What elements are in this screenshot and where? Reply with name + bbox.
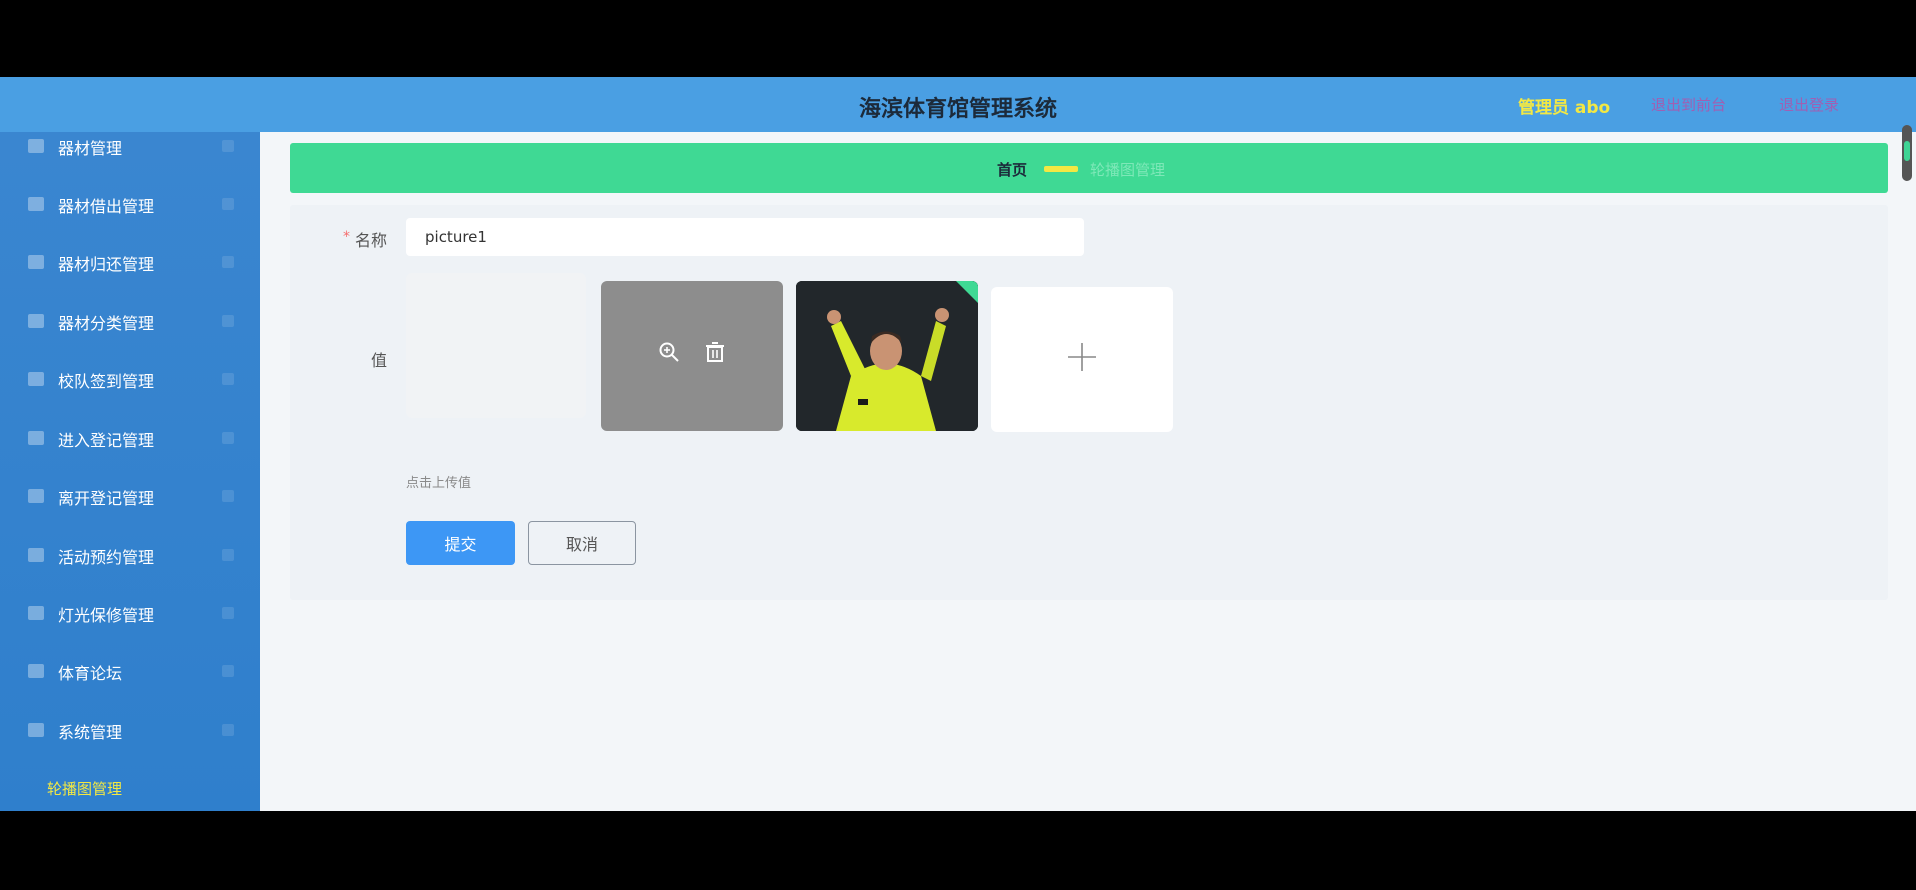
- logout-link[interactable]: 退出登录: [1779, 94, 1839, 115]
- sidebar-item-label: 器材管理: [58, 139, 123, 158]
- goalkeeper-photo: [796, 281, 978, 431]
- sidebar-item-activity-booking[interactable]: 活动预约管理: [0, 529, 260, 587]
- menu-icon: [28, 139, 44, 153]
- value-field-label: 值: [371, 351, 388, 370]
- submit-button[interactable]: 提交: [406, 521, 515, 565]
- sidebar-item-entry-registration[interactable]: 进入登记管理: [0, 412, 260, 470]
- sidebar-item-equipment[interactable]: 器材管理: [0, 132, 260, 178]
- sidebar-item-label: 离开登记管理: [58, 489, 155, 508]
- name-field-label: 名称: [355, 231, 388, 250]
- chevron-down-icon: [222, 432, 234, 444]
- sidebar-item-label: 活动预约管理: [58, 548, 155, 567]
- menu-icon: [28, 489, 44, 503]
- menu-icon: [28, 314, 44, 328]
- menu-icon: [28, 372, 44, 386]
- plus-icon: [1068, 343, 1096, 371]
- app-viewport: 海滨体育馆管理系统 管理员 abo 退出到前台 退出登录 器材管理 器材借出管理…: [0, 77, 1916, 811]
- chevron-down-icon: [222, 607, 234, 619]
- breadcrumb-separator: [1044, 166, 1078, 172]
- upload-slot-empty: [406, 273, 586, 418]
- cancel-button[interactable]: 取消: [528, 521, 636, 565]
- chevron-down-icon: [222, 490, 234, 502]
- chevron-down-icon: [222, 549, 234, 561]
- sidebar-item-label: 器材归还管理: [58, 255, 155, 274]
- sidebar: 器材管理 器材借出管理 器材归还管理 器材分类管理 校队签到管理 进入登记管理: [0, 132, 260, 811]
- sidebar-item-team-checkin[interactable]: 校队签到管理: [0, 353, 260, 411]
- uploaded-image-hover[interactable]: [601, 281, 783, 431]
- menu-icon: [28, 431, 44, 445]
- menu-icon: [28, 197, 44, 211]
- upload-tip: 点击上传值: [406, 476, 472, 491]
- chevron-down-icon: [222, 665, 234, 677]
- breadcrumb-current: 轮播图管理: [1090, 161, 1166, 179]
- breadcrumb: 首页 轮播图管理: [290, 143, 1888, 193]
- sidebar-item-label: 灯光保修管理: [58, 606, 155, 625]
- sidebar-item-system-management[interactable]: 系统管理: [0, 704, 260, 762]
- menu-icon: [28, 723, 44, 737]
- sidebar-item-label: 校队签到管理: [58, 372, 155, 391]
- app-title: 海滨体育馆管理系统: [858, 97, 1057, 122]
- sidebar-item-sports-forum[interactable]: 体育论坛: [0, 645, 260, 703]
- zoom-in-icon[interactable]: [658, 341, 680, 363]
- required-star: *: [343, 229, 350, 245]
- sidebar-item-light-repair[interactable]: 灯光保修管理: [0, 587, 260, 645]
- sidebar-item-exit-registration[interactable]: 离开登记管理: [0, 470, 260, 528]
- front-page-link[interactable]: 退出到前台: [1651, 94, 1726, 115]
- chevron-down-icon: [222, 198, 234, 210]
- sidebar-item-label: 进入登记管理: [58, 431, 155, 450]
- delete-icon[interactable]: [704, 341, 726, 363]
- sidebar-item-equipment-return[interactable]: 器材归还管理: [0, 236, 260, 294]
- sidebar-subitem-carousel[interactable]: 轮播图管理: [47, 778, 122, 799]
- scrollbar-thumb[interactable]: [1904, 141, 1910, 161]
- sidebar-item-equipment-lend[interactable]: 器材借出管理: [0, 178, 260, 236]
- chevron-down-icon: [222, 315, 234, 327]
- chevron-down-icon: [222, 140, 234, 152]
- top-header: 海滨体育馆管理系统 管理员 abo 退出到前台 退出登录: [0, 77, 1916, 132]
- menu-icon: [28, 548, 44, 562]
- add-image-button[interactable]: [991, 287, 1173, 432]
- admin-user-label: 管理员 abo: [1518, 98, 1611, 118]
- chevron-down-icon: [222, 373, 234, 385]
- menu-icon: [28, 255, 44, 269]
- menu-icon: [28, 664, 44, 678]
- sidebar-item-label: 器材分类管理: [58, 314, 155, 333]
- sidebar-item-label: 器材借出管理: [58, 197, 155, 216]
- sidebar-item-label: 系统管理: [58, 723, 123, 742]
- uploaded-image-photo[interactable]: [796, 281, 978, 431]
- breadcrumb-home[interactable]: 首页: [997, 159, 1027, 180]
- sidebar-item-label: 体育论坛: [58, 664, 123, 683]
- menu-icon: [28, 606, 44, 620]
- sidebar-item-equipment-category[interactable]: 器材分类管理: [0, 295, 260, 353]
- chevron-down-icon: [222, 256, 234, 268]
- name-input[interactable]: [406, 218, 1084, 256]
- chevron-up-icon: [222, 724, 234, 736]
